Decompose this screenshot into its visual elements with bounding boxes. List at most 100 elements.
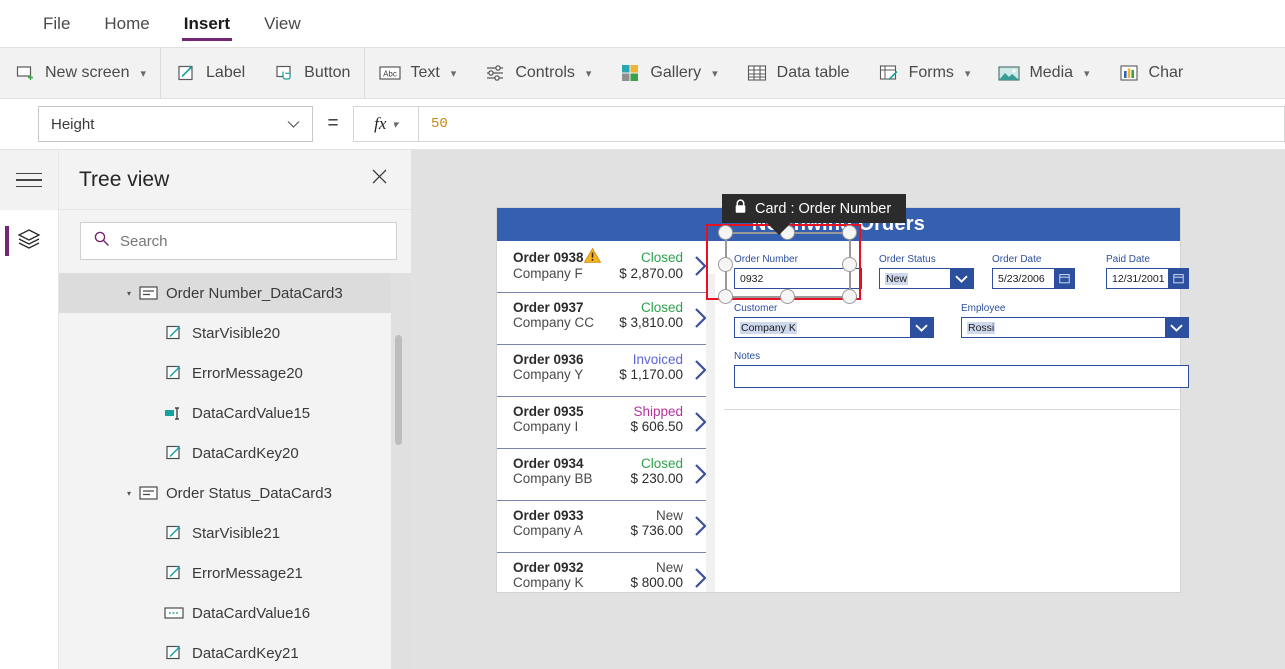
order-number-value: 0932 [740, 272, 764, 285]
chevron-down-icon[interactable]: ▾ [965, 67, 971, 80]
tree-item-datacardkey20[interactable]: DataCardKey20 [59, 433, 411, 473]
property-selector[interactable]: Height [38, 106, 313, 142]
gallery-order-id: Order 0932 [513, 560, 584, 575]
chevron-down-icon[interactable]: ▾ [586, 67, 592, 80]
gallery-item[interactable]: Order 0936 Invoiced Company Y $ 1,170.00 [497, 345, 715, 397]
tree-item-starvisible20[interactable]: StarVisible20 [59, 313, 411, 353]
chevron-down-icon[interactable]: ▾ [140, 67, 146, 80]
label-control-icon [163, 645, 185, 662]
tree-view-list[interactable]: ▾ Order Number_DataCard3 StarVisible20 Erro… [59, 273, 411, 669]
tree-item-label: Order Number_DataCard3 [166, 284, 343, 302]
gallery-item[interactable]: Order 0932 New Company K $ 800.00 [497, 553, 715, 592]
forms-button-label: Forms [908, 64, 954, 81]
tree-item-errormessage20[interactable]: ErrorMessage20 [59, 353, 411, 393]
tree-scrollbar-thumb[interactable] [395, 335, 402, 445]
power-apps-studio: File Home Insert View New screen ▾ Label [0, 0, 1285, 669]
svg-text:Abc: Abc [384, 70, 398, 79]
employee-dropdown[interactable]: Rossi [961, 317, 1189, 338]
formula-bar: Height = fx ▾ 50 [0, 99, 1285, 150]
close-icon[interactable] [370, 167, 389, 192]
tree-item-datacardvalue16[interactable]: DataCardValue16 [59, 593, 411, 633]
menu-item-insert[interactable]: Insert [167, 0, 247, 47]
expander-icon[interactable]: ▾ [121, 489, 137, 498]
tree-item-label: DataCardValue15 [192, 404, 311, 422]
gallery-item[interactable]: Order 0934 Closed Company BB $ 230.00 [497, 449, 715, 501]
tree-item-order-number-datacard3[interactable]: ▾ Order Number_DataCard3 [59, 273, 411, 313]
new-screen-button[interactable]: New screen ▾ [0, 47, 160, 99]
formula-input[interactable]: 50 [419, 106, 1285, 142]
orders-gallery[interactable]: Order 0938 Closed Company F $ 2,870.00 Order… [497, 241, 715, 592]
button-button[interactable]: Button [259, 47, 364, 99]
tree-item-datacardkey21[interactable]: DataCardKey21 [59, 633, 411, 669]
menu-bar: File Home Insert View [0, 0, 1285, 47]
tree-item-errormessage21[interactable]: ErrorMessage21 [59, 553, 411, 593]
data-table-icon [746, 62, 768, 84]
search-placeholder: Search [120, 232, 168, 250]
gallery-icon [619, 62, 641, 84]
customer-value: Company K [740, 321, 797, 334]
data-table-button[interactable]: Data table [732, 47, 864, 99]
resize-handle-bottom-right[interactable] [842, 289, 857, 304]
resize-handle-top-right[interactable] [842, 225, 857, 240]
gallery-company: Company BB [513, 471, 593, 486]
forms-button[interactable]: Forms ▾ [864, 47, 985, 99]
media-button[interactable]: Media ▾ [984, 47, 1103, 99]
rail-menu-button[interactable] [0, 150, 58, 210]
paid-date-value: 12/31/2001 [1112, 272, 1165, 285]
resize-handle-bottom-left[interactable] [718, 289, 733, 304]
chevron-down-icon[interactable]: ▾ [451, 67, 457, 80]
layers-icon [16, 227, 42, 256]
new-screen-label: New screen [45, 64, 130, 81]
gallery-amount: $ 606.50 [630, 419, 683, 434]
calendar-icon[interactable] [1168, 269, 1188, 288]
menu-item-file[interactable]: File [26, 0, 87, 47]
paid-date-input[interactable]: 12/31/2001 [1106, 268, 1189, 289]
search-icon [93, 230, 110, 252]
gallery-item[interactable]: Order 0937 Closed Company CC $ 3,810.00 [497, 293, 715, 345]
resize-handle-bottom-center[interactable] [780, 289, 795, 304]
fx-button[interactable]: fx ▾ [353, 106, 419, 142]
menu-item-view[interactable]: View [247, 0, 318, 47]
gallery-item[interactable]: Order 0935 Shipped Company I $ 606.50 [497, 397, 715, 449]
order-number-input[interactable]: 0932 [734, 268, 862, 289]
search-input[interactable]: Search [80, 222, 397, 260]
controls-button[interactable]: Controls ▾ [470, 47, 605, 99]
status-badge: New [655, 560, 683, 575]
order-date-input[interactable]: 5/23/2006 [992, 268, 1075, 289]
media-button-label: Media [1029, 64, 1074, 81]
gallery-button[interactable]: Gallery ▾ [605, 47, 731, 99]
app-canvas[interactable]: Northwind Orders Order 0938 Closed Company… [412, 150, 1285, 669]
button-icon [273, 62, 295, 84]
text-button-label: Text [410, 64, 440, 81]
chevron-down-icon[interactable]: ▾ [712, 67, 718, 80]
menu-item-home[interactable]: Home [87, 0, 166, 47]
charts-button[interactable]: Char [1104, 47, 1198, 99]
text-button[interactable]: Abc Text ▾ [365, 47, 470, 99]
tree-scrollbar-track[interactable] [391, 273, 411, 669]
resize-handle-top-left[interactable] [718, 225, 733, 240]
rail-item-tree-view[interactable] [0, 210, 58, 272]
status-badge: Closed [640, 300, 683, 315]
lock-icon [734, 199, 747, 218]
chevron-down-icon[interactable] [1165, 318, 1188, 337]
tree-item-order-status-datacard3[interactable]: ▾ Order Status_DataCard3 [59, 473, 411, 513]
order-status-dropdown[interactable]: New [879, 268, 974, 289]
chevron-down-icon[interactable]: ▾ [1084, 67, 1090, 80]
tree-item-label: StarVisible20 [192, 324, 281, 342]
resize-handle-middle-left[interactable] [718, 257, 733, 272]
calendar-icon[interactable] [1054, 269, 1074, 288]
gallery-item[interactable]: Order 0933 New Company A $ 736.00 [497, 501, 715, 553]
resize-handle-middle-right[interactable] [842, 257, 857, 272]
gallery-scrollbar-track[interactable] [706, 274, 715, 592]
expander-icon[interactable]: ▾ [121, 289, 137, 298]
gallery-order-id: Order 0938 [513, 247, 601, 266]
tree-item-starvisible21[interactable]: StarVisible21 [59, 513, 411, 553]
datacard-icon [137, 485, 159, 501]
gallery-item[interactable]: Order 0938 Closed Company F $ 2,870.00 [497, 241, 715, 293]
notes-input[interactable] [734, 365, 1189, 388]
chevron-down-icon[interactable] [950, 269, 973, 288]
tree-item-datacardvalue15[interactable]: DataCardValue15 [59, 393, 411, 433]
chevron-down-icon[interactable] [910, 318, 933, 337]
label-button[interactable]: Label [161, 47, 259, 99]
customer-dropdown[interactable]: Company K [734, 317, 934, 338]
